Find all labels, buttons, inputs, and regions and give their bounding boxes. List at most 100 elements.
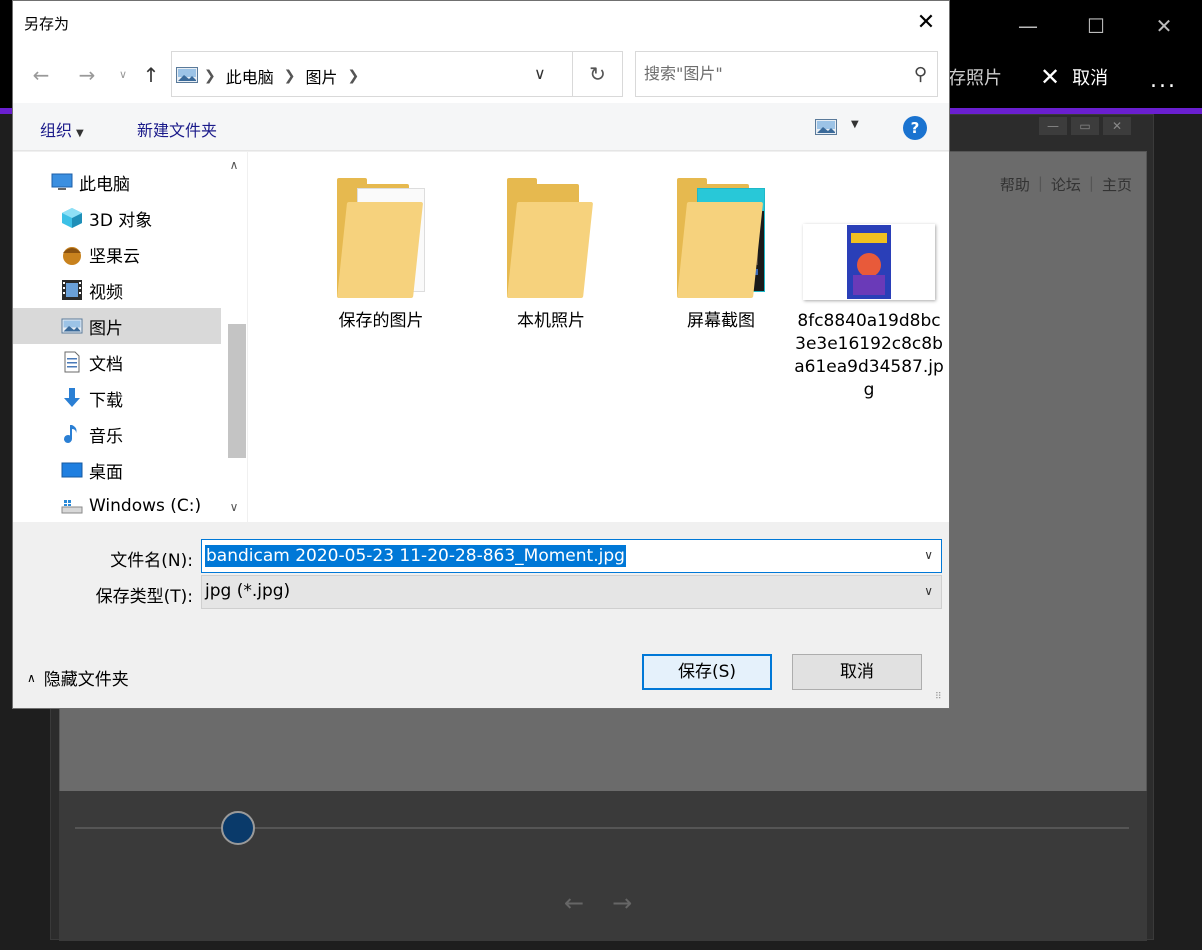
address-dropdown-chevron-icon[interactable]: ∨	[534, 64, 546, 83]
close-icon[interactable]: ✕	[1146, 8, 1182, 44]
nav-item-label: 文档	[89, 354, 123, 375]
refresh-icon[interactable]: ↻	[572, 52, 622, 96]
folder-icon	[503, 178, 599, 300]
breadcrumb-pictures[interactable]: 图片	[305, 64, 337, 88]
nav-item-documents[interactable]: 文档	[13, 344, 221, 380]
save-button[interactable]: 保存(S)	[642, 654, 772, 690]
new-folder-button[interactable]: 新建文件夹	[137, 117, 217, 141]
folder-icon	[673, 178, 769, 300]
search-input[interactable]	[644, 64, 894, 83]
address-bar[interactable]: ❯ 此电脑 ❯ 图片 ❯ ∨ ↻	[171, 51, 623, 97]
document-icon	[64, 351, 80, 373]
inner-window-controls: — ▭ ✕	[1039, 117, 1131, 135]
file-list: 保存的图片 本机照片 屏幕截图 8fc8840a19d8bc3e3e16192c…	[248, 152, 949, 522]
hide-folders-label: 隐藏文件夹	[43, 670, 129, 690]
download-icon	[64, 388, 80, 407]
resize-grip-icon[interactable]: ⠿	[935, 693, 947, 706]
chevron-right-icon[interactable]: ❯	[284, 68, 296, 84]
back-arrow-icon[interactable]: ←	[27, 61, 55, 89]
nav-item-this-pc[interactable]: 此电脑	[13, 164, 221, 200]
file-item-saved-pictures[interactable]: 保存的图片	[306, 168, 456, 333]
command-bar: 组织 ▼ 新建文件夹 ▼ ?	[13, 103, 949, 151]
search-icon[interactable]: ⚲	[914, 64, 927, 85]
header-links: 帮助 | 论坛 | 主页	[1000, 174, 1132, 195]
nav-item-label: 桌面	[89, 462, 123, 483]
filename-section: 文件名(N): bandicam 2020-05-23 11-20-28-863…	[13, 539, 949, 609]
save-photo-button[interactable]: 存照片	[948, 64, 1002, 90]
minimize-icon[interactable]: —	[1010, 8, 1046, 44]
nav-item-music[interactable]: 音乐	[13, 416, 221, 452]
nav-item-jianguoyun[interactable]: 坚果云	[13, 236, 221, 272]
file-label: 本机照片	[517, 311, 585, 331]
chevron-down-icon[interactable]: ∨	[924, 584, 933, 598]
recent-locations-chevron-icon[interactable]: ∨	[109, 61, 137, 89]
help-button[interactable]: ?	[903, 116, 927, 140]
seek-slider-knob[interactable]	[221, 811, 255, 845]
filename-combobox[interactable]: bandicam 2020-05-23 11-20-28-863_Moment.…	[201, 539, 942, 573]
separator: |	[1037, 174, 1043, 192]
cube-icon	[62, 208, 82, 228]
nav-item-downloads[interactable]: 下载	[13, 380, 221, 416]
arrow-left-icon[interactable]: ←	[564, 889, 584, 917]
save-as-dialog: 另存为 ✕ ← → ∨ ↑ ❯ 此电脑 ❯ 图片 ❯ ∨ ↻ ⚲	[12, 0, 950, 709]
navigation-bar: ← → ∨ ↑ ❯ 此电脑 ❯ 图片 ❯ ∨ ↻ ⚲	[13, 45, 949, 103]
hide-folders-toggle[interactable]: ∧ 隐藏文件夹	[27, 665, 129, 690]
breadcrumb: ❯ 此电脑 ❯ 图片 ❯	[204, 64, 359, 88]
background-cancel-button[interactable]: ✕ 取消	[1040, 64, 1108, 90]
more-menu-button[interactable]: ...	[1150, 68, 1177, 93]
scroll-up-chevron-icon[interactable]: ∧	[221, 158, 247, 172]
dialog-close-button[interactable]: ✕	[903, 1, 949, 45]
organize-label: 组织	[40, 121, 73, 140]
chevron-right-icon[interactable]: ❯	[204, 68, 216, 84]
change-view-button[interactable]: ▼	[815, 119, 865, 139]
dialog-title: 另存为	[24, 15, 70, 33]
close-icon: ✕	[1040, 63, 1061, 91]
view-icon	[815, 119, 837, 135]
link-forum[interactable]: 论坛	[1051, 174, 1081, 195]
chevron-down-icon[interactable]: ∨	[924, 548, 933, 562]
maximize-icon[interactable]: ▭	[1071, 117, 1099, 135]
link-home[interactable]: 主页	[1102, 174, 1132, 195]
file-label: 8fc8840a19d8bc3e3e16192c8c8ba61ea9d34587…	[794, 311, 944, 400]
cancel-button[interactable]: 取消	[792, 654, 922, 690]
file-item-jpg-image[interactable]: 8fc8840a19d8bc3e3e16192c8c8ba61ea9d34587…	[794, 168, 944, 402]
scroll-down-chevron-icon[interactable]: ∨	[221, 500, 247, 514]
scrollbar-thumb[interactable]	[228, 324, 246, 458]
game-cover-thumbnail	[847, 225, 891, 299]
file-item-screenshots[interactable]: 屏幕截图	[646, 168, 796, 333]
frame-navigation: ← →	[564, 889, 632, 917]
picture-icon	[61, 318, 83, 334]
breadcrumb-this-pc[interactable]: 此电脑	[226, 64, 274, 88]
file-item-camera-roll[interactable]: 本机照片	[476, 168, 626, 333]
caret-down-icon: ▼	[851, 119, 859, 130]
caret-down-icon: ▼	[76, 128, 84, 139]
filetype-value: jpg (*.jpg)	[205, 581, 291, 601]
arrow-right-icon[interactable]: →	[612, 889, 632, 917]
image-thumbnail	[803, 224, 935, 300]
folder-icon	[333, 178, 429, 300]
up-arrow-icon[interactable]: ↑	[137, 61, 165, 89]
nav-item-desktop[interactable]: 桌面	[13, 452, 221, 488]
close-icon[interactable]: ✕	[1103, 117, 1131, 135]
nav-item-label: 坚果云	[89, 246, 140, 267]
nav-item-pictures[interactable]: 图片	[13, 308, 221, 344]
organize-menu-button[interactable]: 组织 ▼	[40, 117, 84, 141]
maximize-icon[interactable]: ☐	[1078, 8, 1114, 44]
forward-arrow-icon[interactable]: →	[73, 61, 101, 89]
nav-item-label: 3D 对象	[89, 210, 153, 231]
picture-folder-icon	[176, 67, 198, 83]
search-box[interactable]: ⚲	[635, 51, 938, 97]
nav-item-videos[interactable]: 视频	[13, 272, 221, 308]
link-help[interactable]: 帮助	[1000, 174, 1030, 195]
filetype-select[interactable]: jpg (*.jpg) ∨	[201, 575, 942, 609]
minimize-icon[interactable]: —	[1039, 117, 1067, 135]
dialog-titlebar: 另存为 ✕	[13, 1, 949, 45]
chevron-right-icon[interactable]: ❯	[348, 68, 360, 84]
filename-input[interactable]: bandicam 2020-05-23 11-20-28-863_Moment.…	[205, 545, 626, 567]
nav-pane-scrollbar[interactable]: ∧ ∨	[221, 152, 247, 522]
drive-icon	[61, 500, 83, 514]
nav-item-3d-objects[interactable]: 3D 对象	[13, 200, 221, 236]
filename-label: 文件名(N):	[110, 551, 193, 571]
nav-item-windows-c[interactable]: Windows (C:)	[13, 488, 221, 524]
file-label: 屏幕截图	[687, 311, 755, 331]
